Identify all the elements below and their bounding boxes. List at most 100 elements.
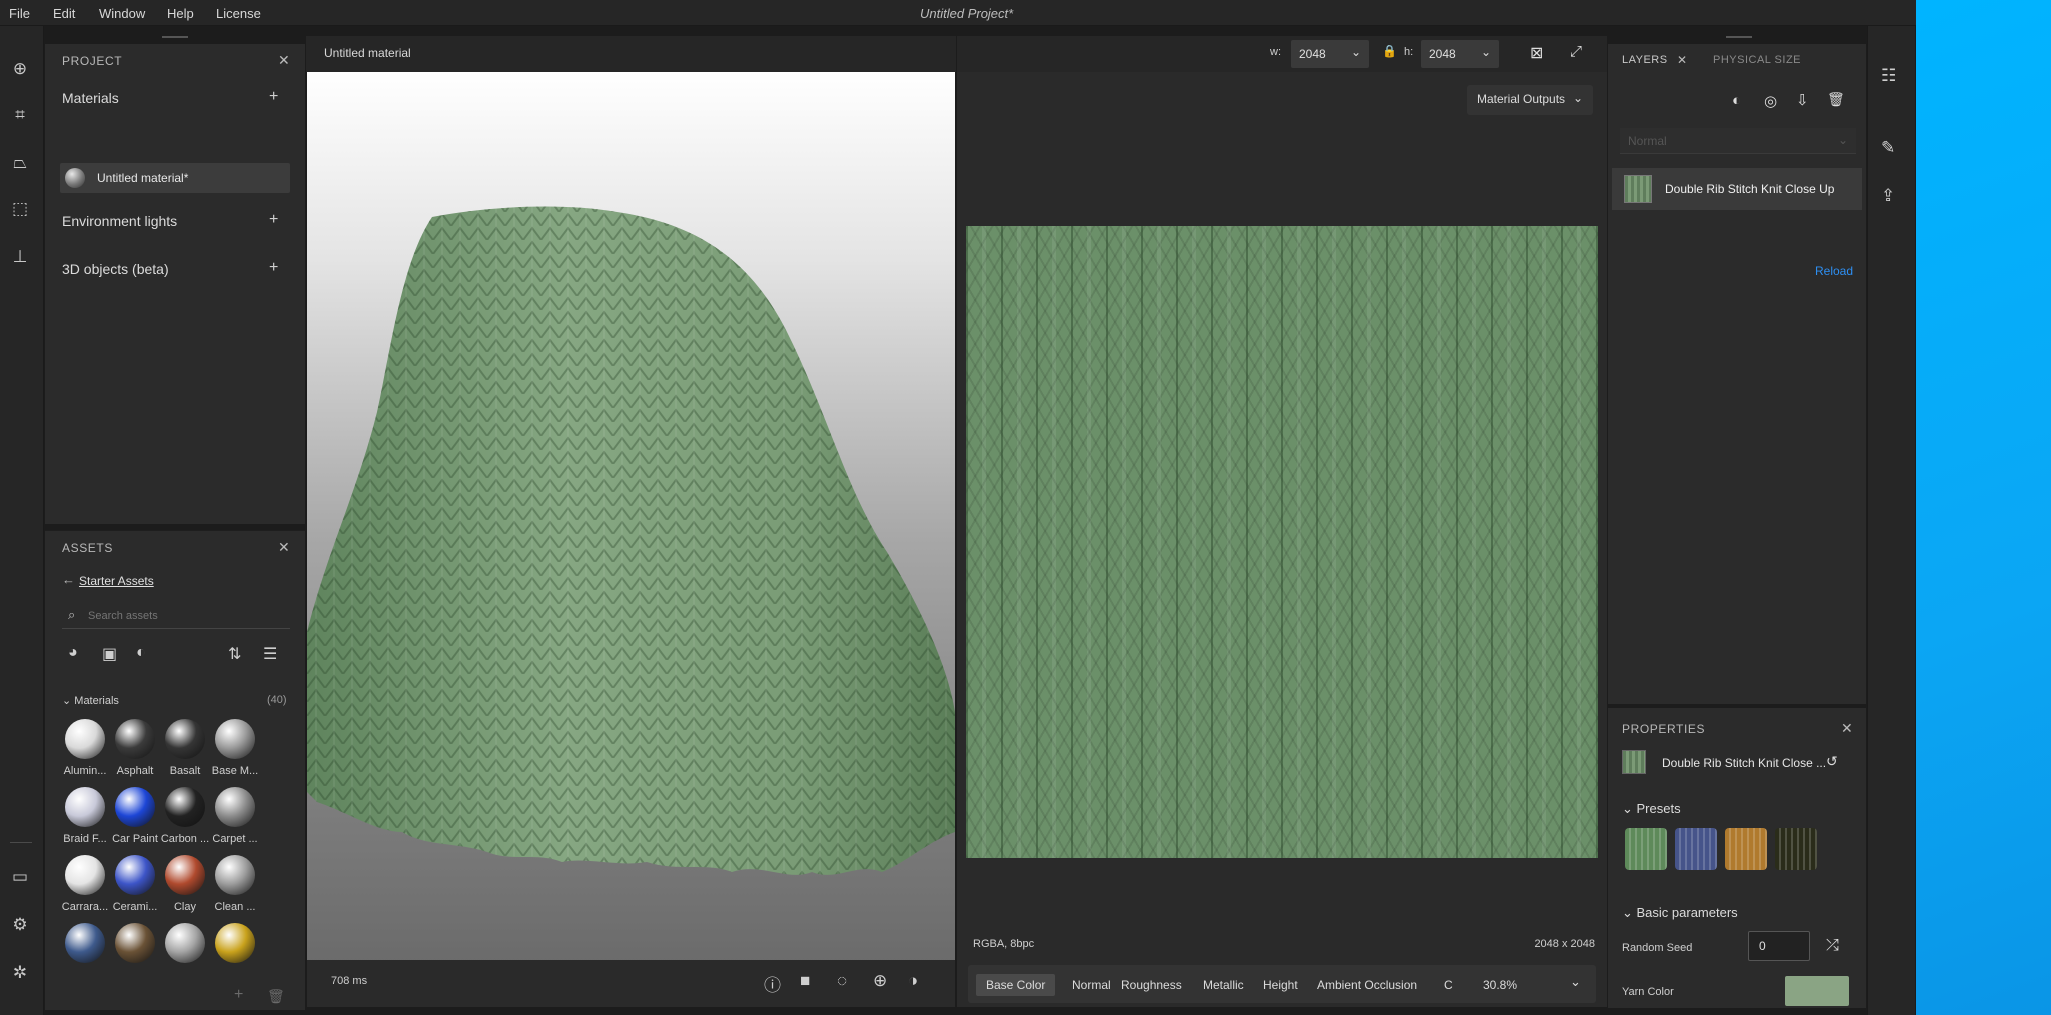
yarn-color-swatch[interactable]	[1785, 976, 1849, 1006]
asset-swatch[interactable]	[115, 719, 155, 759]
asset-swatch[interactable]	[165, 787, 205, 827]
reset-icon[interactable]: ↺	[1826, 753, 1838, 770]
tab-physical-size[interactable]: PHYSICAL SIZE	[1713, 54, 1801, 66]
objects-section[interactable]: 3D objects (beta)	[62, 261, 169, 277]
material-outputs-dropdown[interactable]: Material Outputs ⌄	[1467, 85, 1593, 115]
add-asset-icon[interactable]: +	[234, 986, 243, 1004]
add-object-icon[interactable]: +	[269, 259, 278, 277]
shading-icon[interactable]: ◑	[908, 971, 918, 991]
panel-grip[interactable]	[1726, 36, 1752, 38]
list-view-icon[interactable]: ☰	[263, 644, 277, 664]
perspective-icon[interactable]: ⏢	[9, 152, 31, 174]
delete-asset-icon[interactable]: 🗑	[267, 988, 285, 1005]
transform-icon[interactable]: ⬚	[9, 198, 31, 220]
texture-view[interactable]: Material Outputs ⌄ RGBA, 8bpc 2048 x 2048…	[957, 72, 1607, 1007]
basic-parameters-toggle[interactable]: ⌄ Basic parameters	[1622, 905, 1738, 921]
starter-assets-link[interactable]: Starter Assets	[79, 574, 154, 588]
menu-window[interactable]: Window	[99, 6, 145, 21]
stamp-icon[interactable]: ⊥	[9, 246, 31, 268]
asset-swatch[interactable]	[215, 855, 255, 895]
layer-item[interactable]: Double Rib Stitch Knit Close Up	[1612, 168, 1862, 210]
asset-swatch-label: Asphalt	[116, 765, 154, 777]
channel-roughness[interactable]: Roughness	[1111, 974, 1192, 996]
channel-base-color[interactable]: Base Color	[976, 974, 1056, 996]
materials-group-header[interactable]: ⌄ Materials	[62, 694, 119, 707]
panel-grip[interactable]	[162, 36, 188, 38]
adjustments-icon[interactable]: ☷	[1881, 66, 1896, 86]
preset-black[interactable]	[1775, 828, 1817, 870]
zoom-chevron-icon[interactable]: ⌄	[1570, 974, 1581, 990]
asset-swatch[interactable]	[115, 855, 155, 895]
back-arrow-icon[interactable]: ←	[62, 572, 75, 587]
presets-toggle[interactable]: ⌄ Presets	[1622, 801, 1681, 817]
asset-swatch[interactable]	[65, 923, 105, 963]
preset-blue[interactable]	[1675, 828, 1717, 870]
add-env-light-icon[interactable]: +	[269, 211, 278, 229]
display-icon[interactable]: ▭	[9, 866, 31, 888]
close-assets-icon[interactable]: ✕	[278, 539, 290, 556]
channel-more[interactable]: C	[1434, 974, 1463, 996]
asset-swatch-label: Clean ...	[214, 901, 256, 913]
search-input[interactable]	[88, 606, 278, 626]
rotate-light-icon[interactable]: ◌	[837, 971, 847, 991]
expand-icon[interactable]: ⤢	[1570, 43, 1582, 60]
asset-swatch[interactable]	[215, 719, 255, 759]
settings-icon[interactable]: ⚙	[9, 914, 31, 936]
export-icon[interactable]: ⇪	[1881, 186, 1895, 206]
close-layers-icon[interactable]: ✕	[1677, 53, 1688, 67]
zoom-level[interactable]: 30.8%	[1473, 974, 1527, 996]
asset-swatch[interactable]	[215, 787, 255, 827]
asset-swatch[interactable]	[65, 855, 105, 895]
height-select[interactable]: 2048 ⌄	[1421, 40, 1499, 68]
channel-ambient-occlusion[interactable]: Ambient Occlusion	[1307, 974, 1427, 996]
import-icon[interactable]: ⇩	[1796, 91, 1809, 109]
materials-section[interactable]: Materials	[62, 90, 119, 106]
asset-swatch[interactable]	[165, 719, 205, 759]
random-seed-input[interactable]: 0	[1748, 931, 1810, 961]
environment-icon[interactable]: ⊕	[873, 971, 887, 991]
mask-icon[interactable]: ◐	[1732, 92, 1741, 109]
shuffle-icon[interactable]: ⤮	[1826, 937, 1839, 955]
width-select[interactable]: 2048 ⌄	[1291, 40, 1369, 68]
asset-swatch[interactable]	[115, 787, 155, 827]
asset-swatch[interactable]	[165, 923, 205, 963]
asset-swatch[interactable]	[65, 787, 105, 827]
asset-swatch[interactable]	[115, 923, 155, 963]
menu-license[interactable]: License	[216, 6, 261, 21]
asset-swatch[interactable]	[215, 923, 255, 963]
reload-link[interactable]: Reload	[1815, 264, 1853, 278]
3d-viewport[interactable]	[307, 72, 955, 1007]
camera-icon[interactable]: ■	[800, 971, 810, 991]
preset-orange[interactable]	[1725, 828, 1767, 870]
menu-file[interactable]: File	[9, 6, 30, 21]
channel-metallic[interactable]: Metallic	[1193, 974, 1254, 996]
crop-icon[interactable]: ⌗	[9, 104, 31, 126]
close-properties-icon[interactable]: ✕	[1841, 720, 1853, 737]
tab-layers[interactable]: LAYERS	[1622, 54, 1668, 66]
info-icon[interactable]: ⓘ	[764, 971, 781, 996]
close-project-icon[interactable]: ✕	[278, 52, 290, 69]
filter-images-icon[interactable]: ▣	[102, 644, 117, 664]
menu-edit[interactable]: Edit	[53, 6, 75, 21]
lock-ratio-icon[interactable]: 🔒	[1382, 44, 1397, 58]
preset-green[interactable]	[1625, 828, 1667, 870]
width-value: 2048	[1299, 47, 1326, 61]
filter-materials-icon[interactable]: ◕	[68, 644, 78, 662]
add-layer-icon[interactable]: ◎	[1764, 92, 1777, 110]
menu-help[interactable]: Help	[167, 6, 194, 21]
plugins-icon[interactable]: ✲	[9, 962, 31, 984]
add-icon[interactable]: ⊕	[9, 58, 31, 80]
tiling-off-icon[interactable]: ⊠	[1530, 43, 1543, 63]
sort-icon[interactable]: ⇅	[228, 644, 241, 664]
delete-layer-icon[interactable]: 🗑	[1827, 91, 1845, 108]
chevron-down-icon: ⌄	[1480, 45, 1491, 59]
material-item[interactable]: Untitled material*	[60, 163, 290, 193]
asset-swatch[interactable]	[165, 855, 205, 895]
notes-icon[interactable]: ✎	[1881, 138, 1895, 158]
blend-mode-select[interactable]: Normal ⌄	[1620, 128, 1856, 154]
env-lights-section[interactable]: Environment lights	[62, 213, 177, 229]
filter-lights-icon[interactable]: ◐	[136, 644, 146, 662]
add-material-icon[interactable]: +	[269, 88, 278, 106]
channel-height[interactable]: Height	[1253, 974, 1308, 996]
asset-swatch[interactable]	[65, 719, 105, 759]
